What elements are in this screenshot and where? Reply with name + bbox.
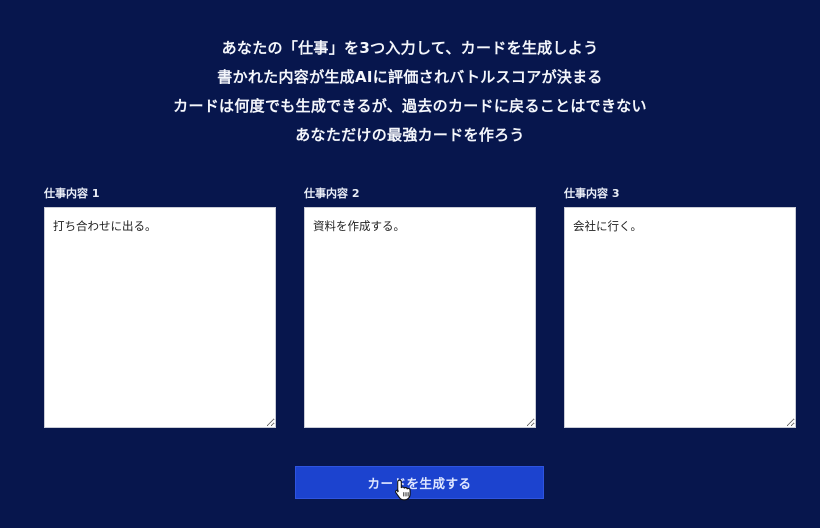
job-field-3: 仕事内容 3 会社に行く。 (564, 186, 796, 428)
intro-line-1: あなたの「仕事」を3つ入力して、カードを生成しよう (221, 39, 599, 57)
intro-line-3: カードは何度でも生成できるが、過去のカードに戻ることはできない (173, 97, 647, 115)
intro-line-4: あなただけの最強カードを作ろう (295, 126, 525, 144)
job-input-1[interactable]: 打ち合わせに出る。 (44, 207, 276, 428)
job-input-3[interactable]: 会社に行く。 (564, 207, 796, 428)
intro-line-2: 書かれた内容が生成AIに評価されバトルスコアが決まる (217, 68, 603, 86)
job-input-fields: 仕事内容 1 打ち合わせに出る。 仕事内容 2 資料を作成する。 仕事内容 3 … (44, 186, 796, 430)
job-field-1: 仕事内容 1 打ち合わせに出る。 (44, 186, 276, 428)
job-label-1: 仕事内容 1 (44, 187, 100, 200)
generate-card-button[interactable]: カードを生成する (295, 466, 544, 499)
job-label-3: 仕事内容 3 (564, 187, 620, 200)
intro-text: あなたの「仕事」を3つ入力して、カードを生成しよう 書かれた内容が生成AIに評価… (0, 34, 820, 150)
job-label-2: 仕事内容 2 (304, 187, 360, 200)
job-field-2: 仕事内容 2 資料を作成する。 (304, 186, 536, 428)
job-input-2[interactable]: 資料を作成する。 (304, 207, 536, 428)
